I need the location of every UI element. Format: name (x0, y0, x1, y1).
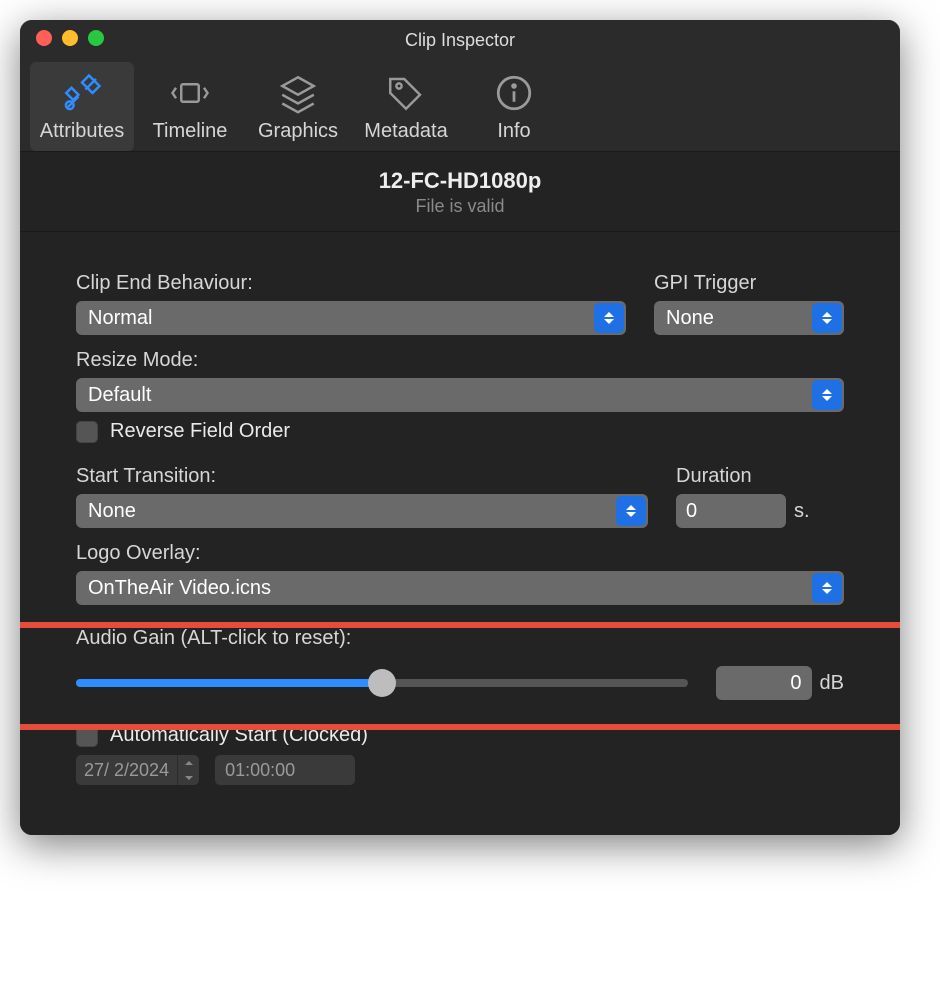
auto-start-time-input[interactable]: 01:00:00 (215, 755, 355, 785)
select-value: OnTheAir Video.icns (88, 577, 271, 600)
select-value: Normal (88, 307, 152, 330)
clip-end-behaviour-label: Clip End Behaviour: (76, 272, 626, 295)
logo-overlay-label: Logo Overlay: (76, 542, 844, 565)
tools-icon (61, 72, 103, 114)
clip-inspector-window: Clip Inspector Attributes Timeline (20, 20, 900, 835)
tab-label: Graphics (258, 120, 338, 143)
window-title: Clip Inspector (405, 30, 515, 51)
tab-graphics[interactable]: Graphics (246, 62, 350, 151)
gpi-trigger-label: GPI Trigger (654, 272, 844, 295)
auto-start-label: Automatically Start (Clocked) (110, 724, 368, 747)
slider-thumb[interactable] (368, 669, 396, 697)
reverse-field-order-checkbox[interactable] (76, 421, 98, 443)
slider-fill (76, 679, 382, 687)
duration-unit: s. (794, 500, 810, 523)
chevron-updown-icon (594, 303, 624, 333)
start-transition-select[interactable]: None (76, 494, 648, 528)
auto-start-checkbox[interactable] (76, 725, 98, 747)
auto-start-time: 01:00:00 (225, 760, 295, 781)
auto-start-date-stepper[interactable]: 27/ 2/2024 (76, 755, 199, 785)
audio-gain-slider[interactable] (76, 679, 688, 687)
chevron-updown-icon (812, 573, 842, 603)
audio-gain-input[interactable]: 0 (716, 666, 812, 700)
auto-start-date: 27/ 2/2024 (76, 755, 177, 785)
resize-mode-label: Resize Mode: (76, 349, 844, 372)
minimize-icon[interactable] (62, 30, 78, 46)
tab-info[interactable]: Info (462, 62, 566, 151)
gpi-trigger-select[interactable]: None (654, 301, 844, 335)
tab-attributes[interactable]: Attributes (30, 62, 134, 151)
duration-value: 0 (686, 500, 697, 523)
close-icon[interactable] (36, 30, 52, 46)
titlebar: Clip Inspector (20, 20, 900, 60)
tab-metadata[interactable]: Metadata (354, 62, 458, 151)
audio-gain-label: Audio Gain (ALT-click to reset): (76, 627, 844, 650)
info-icon (493, 72, 535, 114)
audio-gain-unit: dB (820, 672, 844, 695)
tab-timeline[interactable]: Timeline (138, 62, 242, 151)
resize-mode-select[interactable]: Default (76, 378, 844, 412)
tab-label: Timeline (153, 120, 228, 143)
chevron-updown-icon (616, 496, 646, 526)
select-value: None (666, 307, 714, 330)
tag-icon (385, 72, 427, 114)
duration-label: Duration (676, 465, 844, 488)
logo-overlay-select[interactable]: OnTheAir Video.icns (76, 571, 844, 605)
reverse-field-order-label: Reverse Field Order (110, 420, 290, 443)
clip-header: 12-FC-HD1080p File is valid (20, 152, 900, 232)
zoom-icon[interactable] (88, 30, 104, 46)
chevron-down-icon[interactable] (178, 770, 199, 785)
start-transition-label: Start Transition: (76, 465, 648, 488)
layers-icon (277, 72, 319, 114)
attributes-form: Clip End Behaviour: Normal GPI Trigger N… (20, 232, 900, 835)
chevron-updown-icon (812, 303, 842, 333)
tab-label: Metadata (364, 120, 447, 143)
stepper-arrows[interactable] (177, 755, 199, 785)
clip-status: File is valid (20, 196, 900, 217)
toolbar: Attributes Timeline Graphics Metadata (20, 60, 900, 152)
clip-name: 12-FC-HD1080p (20, 168, 900, 194)
duration-input[interactable]: 0 (676, 494, 786, 528)
chevron-updown-icon (812, 380, 842, 410)
tab-label: Info (497, 120, 530, 143)
clip-end-behaviour-select[interactable]: Normal (76, 301, 626, 335)
chevron-up-icon[interactable] (178, 755, 199, 770)
select-value: None (88, 500, 136, 523)
audio-gain-value: 0 (790, 672, 801, 695)
timeline-icon (169, 72, 211, 114)
window-controls (36, 30, 104, 46)
tab-label: Attributes (40, 120, 124, 143)
select-value: Default (88, 384, 151, 407)
